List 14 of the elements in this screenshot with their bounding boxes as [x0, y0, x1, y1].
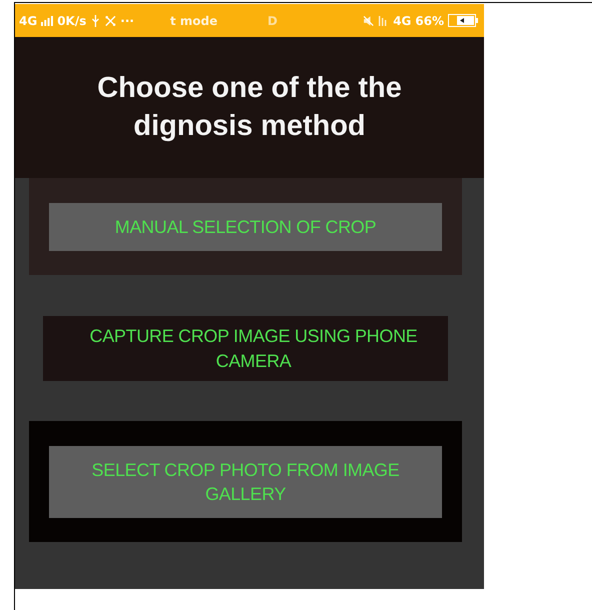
page-title: Choose one of the the dignosis method — [96, 70, 403, 144]
status-text: ··· — [120, 14, 134, 28]
option-button[interactable]: MANUAL SELECTION OF CROP — [49, 203, 442, 252]
option-button[interactable]: CAPTURE CROP IMAGE USING PHONE CAMERA — [43, 316, 448, 381]
status-text: 66% — [415, 14, 444, 28]
muted-speaker-icon — [363, 14, 374, 26]
status-text: D — [267, 14, 278, 28]
option-button[interactable]: SELECT CROP PHOTO FROM IMAGE GALLERY — [49, 446, 442, 518]
status-text: 0K/s — [57, 14, 86, 28]
status-text: t mode — [170, 14, 218, 28]
battery-icon — [448, 14, 478, 27]
status-text: 4G — [19, 14, 38, 28]
status-text: 4G — [393, 14, 412, 28]
signal-icon — [41, 16, 54, 26]
